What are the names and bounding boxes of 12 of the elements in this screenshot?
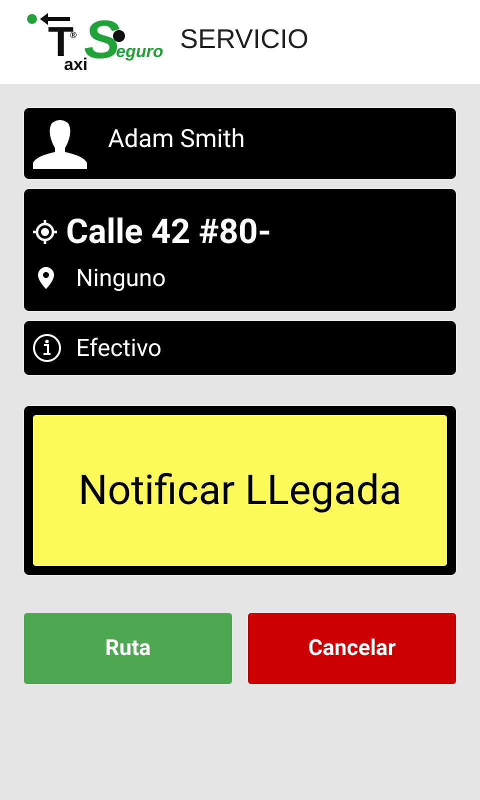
info-icon [32, 333, 62, 363]
route-button[interactable]: Ruta [24, 613, 232, 684]
origin-address: Calle 42 #80- [66, 212, 272, 252]
person-icon [32, 118, 88, 168]
notify-arrival-button[interactable]: Notificar LLegada [33, 415, 447, 566]
passenger-name: Adam Smith [108, 125, 245, 156]
map-pin-icon [36, 266, 56, 290]
screen-title: SERVICIO [180, 24, 309, 56]
payment-method: Efectivo [76, 334, 162, 362]
target-icon [32, 219, 58, 245]
destination-address: Ninguno [76, 264, 166, 292]
cancel-button[interactable]: Cancelar [248, 613, 456, 684]
